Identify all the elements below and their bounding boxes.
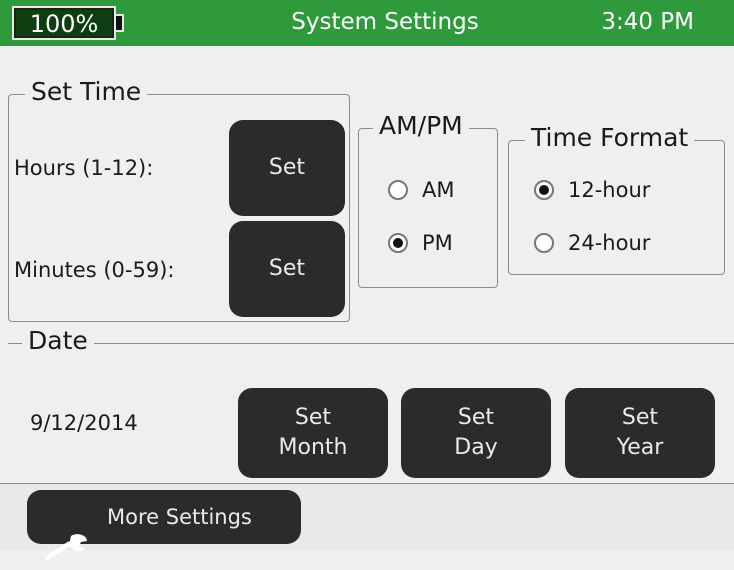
date-legend: Date [22,326,94,355]
status-bar: 100% System Settings 3:40 PM [0,0,734,46]
radio-am-label: AM [422,178,455,202]
radio-24-hour-label: 24-hour [568,231,651,255]
set-time-legend: Set Time [25,77,148,106]
radio-pm[interactable]: PM [388,231,453,255]
radio-12-hour-label: 12-hour [568,178,651,202]
wrench-icon [44,502,91,561]
radio-24-hour[interactable]: 24-hour [534,231,650,255]
clock: 3:40 PM [601,9,694,35]
set-hours-button[interactable]: Set [229,120,345,216]
more-settings-button[interactable]: More Settings [27,490,301,561]
set-month-button[interactable]: Set Month [238,388,388,478]
ampm-legend: AM/PM [373,111,469,140]
radio-24-hour-circle[interactable] [534,233,554,253]
radio-pm-label: PM [422,231,453,255]
battery-tip-icon [116,14,124,32]
date-value: 9/12/2014 [30,411,138,435]
radio-am[interactable]: AM [388,178,454,202]
hours-label: Hours (1-12): [14,156,154,180]
radio-am-circle[interactable] [388,180,408,200]
radio-12-hour[interactable]: 12-hour [534,178,650,202]
radio-pm-circle[interactable] [388,233,408,253]
time-format-legend: Time Format [525,123,695,152]
set-year-button[interactable]: Set Year [565,388,715,478]
more-settings-label: More Settings [107,505,252,529]
battery-percent: 100% [29,10,99,38]
date-divider [8,343,734,344]
ampm-group: AM/PM [358,111,498,288]
set-day-button[interactable]: Set Day [401,388,551,478]
set-minutes-button[interactable]: Set [229,221,345,317]
minutes-label: Minutes (0-59): [14,258,175,282]
radio-12-hour-circle[interactable] [534,180,554,200]
battery-indicator: 100% [12,6,116,40]
page-title: System Settings [291,9,479,35]
